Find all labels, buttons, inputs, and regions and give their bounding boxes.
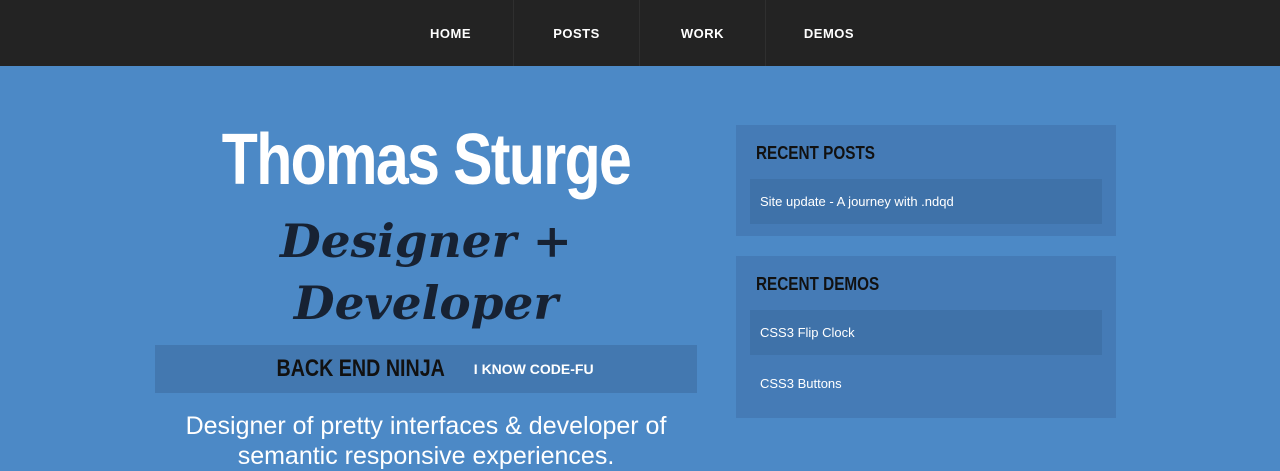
recent-posts-widget: RECENT POSTS Site update - A journey wit… — [736, 125, 1116, 236]
recent-demo-link[interactable]: CSS3 Buttons — [750, 361, 1102, 406]
nav-posts[interactable]: POSTS — [514, 0, 640, 66]
hero-tagline-line-1: Designer of pretty interfaces & develope… — [185, 412, 667, 440]
nav-work[interactable]: WORK — [640, 0, 766, 66]
recent-demos-title: RECENT DEMOS — [756, 274, 880, 294]
role-heading: Designer + Developer — [280, 214, 572, 330]
nav-menu: HOME POSTS WORK DEMOS — [388, 0, 892, 66]
nav-home[interactable]: HOME — [388, 0, 514, 66]
recent-demo-link[interactable]: CSS3 Flip Clock — [750, 310, 1102, 355]
recent-demos-widget: RECENT DEMOS CSS3 Flip Clock CSS3 Button… — [736, 256, 1116, 418]
top-navigation: HOME POSTS WORK DEMOS — [0, 0, 1280, 66]
skills-banner: BACK END NINJA I KNOW CODE-FU — [155, 345, 697, 393]
site-owner-name: Thomas Sturge — [221, 120, 632, 200]
skills-banner-label: BACK END NINJA — [276, 355, 446, 382]
hero-section: Thomas Sturge Designer + Developer BACK … — [155, 110, 697, 471]
recent-post-link[interactable]: Site update - A journey with .ndqd — [750, 179, 1102, 224]
recent-posts-title: RECENT POSTS — [756, 143, 876, 163]
hero-tagline-line-2: semantic responsive experiences. — [237, 442, 615, 470]
nav-demos[interactable]: DEMOS — [766, 0, 892, 66]
skills-banner-link[interactable]: I KNOW CODE-FU — [474, 361, 594, 377]
hero-tagline: Designer of pretty interfaces & develope… — [155, 411, 697, 471]
sidebar: RECENT POSTS Site update - A journey wit… — [736, 125, 1116, 438]
